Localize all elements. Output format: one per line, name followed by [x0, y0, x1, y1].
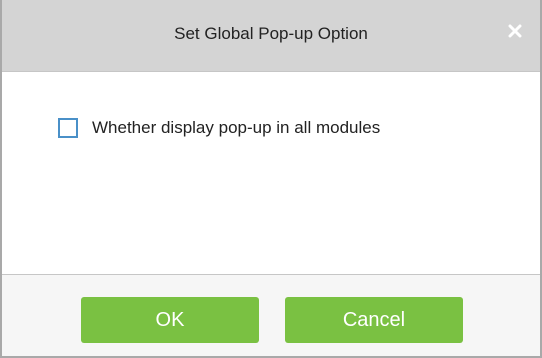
display-popup-label: Whether display pop-up in all modules	[92, 118, 381, 137]
global-popup-dialog: Set Global Pop-up Option Whether display…	[0, 0, 542, 358]
cancel-button[interactable]: Cancel	[285, 297, 463, 343]
ok-button[interactable]: OK	[81, 297, 259, 343]
display-popup-option[interactable]: Whether display pop-up in all modules	[58, 118, 380, 138]
close-icon	[508, 24, 522, 43]
dialog-title: Set Global Pop-up Option	[174, 24, 368, 43]
dialog-body: Whether display pop-up in all modules	[2, 72, 540, 274]
close-button[interactable]	[504, 22, 526, 44]
display-popup-checkbox[interactable]	[58, 118, 78, 138]
dialog-footer: OK Cancel	[2, 275, 540, 356]
dialog-titlebar: Set Global Pop-up Option	[2, 0, 540, 72]
